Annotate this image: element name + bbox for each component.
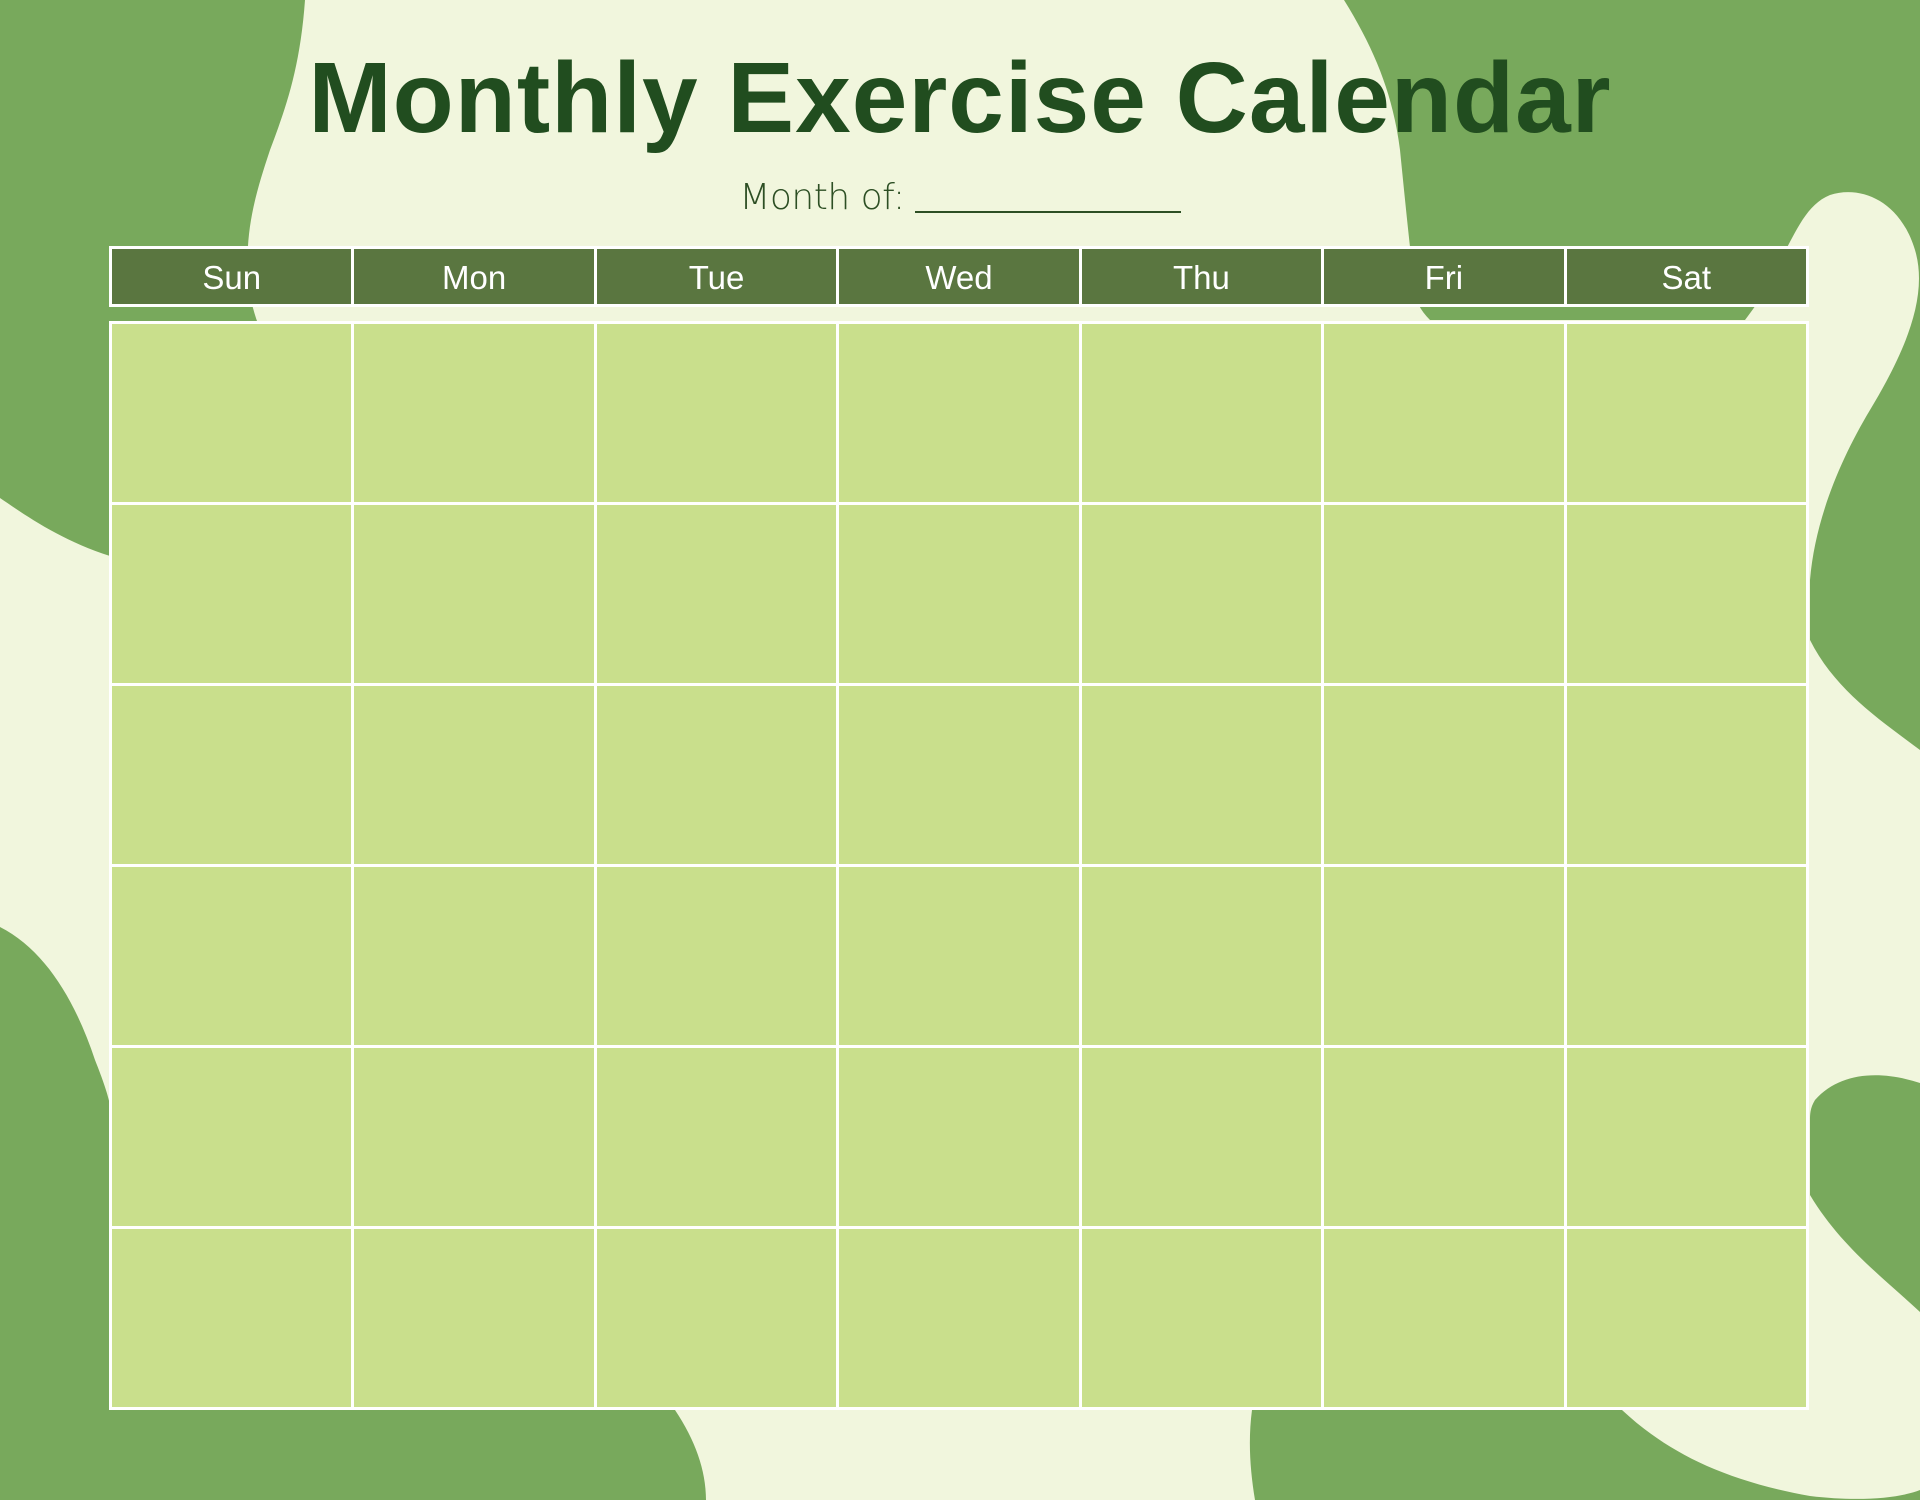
month-blank-line[interactable] [914, 211, 1181, 213]
day-cell-week4-sat[interactable] [1566, 867, 1806, 1045]
weekday-header-tue: Tue [596, 249, 837, 304]
day-cell-week6-tue[interactable] [596, 1229, 837, 1407]
day-cell-week1-mon[interactable] [354, 324, 594, 502]
day-cell-week3-tue[interactable] [596, 686, 837, 864]
day-cell-week6-fri[interactable] [1324, 1229, 1564, 1407]
weekday-header-fri: Fri [1324, 249, 1564, 304]
day-cell-week4-tue[interactable] [596, 867, 837, 1045]
day-cell-week4-sun[interactable] [112, 867, 352, 1045]
day-cell-week5-mon[interactable] [354, 1048, 594, 1226]
day-cell-week5-wed[interactable] [839, 1048, 1079, 1226]
day-cell-week1-sun[interactable] [112, 324, 352, 502]
page-title: Monthly Exercise Calendar [308, 42, 1612, 154]
day-cell-week4-wed[interactable] [839, 867, 1079, 1045]
day-cell-week3-mon[interactable] [354, 686, 594, 864]
day-cell-week3-wed[interactable] [839, 686, 1079, 864]
day-cell-week2-wed[interactable] [839, 505, 1079, 683]
day-cell-week6-sat[interactable] [1566, 1229, 1806, 1407]
day-cell-week6-thu[interactable] [1081, 1229, 1322, 1407]
day-cell-week4-mon[interactable] [354, 867, 594, 1045]
day-cell-week1-wed[interactable] [839, 324, 1079, 502]
day-cell-week1-fri[interactable] [1324, 324, 1564, 502]
day-cell-week6-wed[interactable] [839, 1229, 1079, 1407]
day-cell-week5-fri[interactable] [1324, 1048, 1564, 1226]
day-cell-week5-sat[interactable] [1566, 1048, 1806, 1226]
blob-right-middle [1810, 1075, 1920, 1312]
weekday-header-wed: Wed [839, 249, 1079, 304]
day-cell-week1-sat[interactable] [1566, 324, 1806, 502]
month-of-field: Month of: [0, 174, 1920, 222]
day-cell-week2-tue[interactable] [596, 505, 837, 683]
day-cell-week2-fri[interactable] [1324, 505, 1564, 683]
weekday-header-sun: Sun [112, 249, 352, 304]
blob-bottom-right [1249, 1410, 1920, 1500]
weekday-header-sat: Sat [1566, 249, 1806, 304]
day-cell-week3-fri[interactable] [1324, 686, 1564, 864]
day-cell-week2-thu[interactable] [1081, 505, 1322, 683]
weekday-header-thu: Thu [1081, 249, 1322, 304]
day-cell-week2-mon[interactable] [354, 505, 594, 683]
day-cell-week2-sun[interactable] [112, 505, 352, 683]
day-cell-week3-sat[interactable] [1566, 686, 1806, 864]
weekday-header-row: Sun Mon Tue Wed Thu Fri Sat [109, 246, 1809, 307]
day-cell-week3-thu[interactable] [1081, 686, 1322, 864]
day-cell-week1-thu[interactable] [1081, 324, 1322, 502]
month-of-label: Month of: [739, 177, 905, 218]
day-cell-week4-fri[interactable] [1324, 867, 1564, 1045]
day-cell-week2-sat[interactable] [1566, 505, 1806, 683]
day-cell-week5-thu[interactable] [1081, 1048, 1322, 1226]
day-cell-week6-sun[interactable] [112, 1229, 352, 1407]
day-cell-week3-sun[interactable] [112, 686, 352, 864]
day-cell-week1-tue[interactable] [596, 324, 837, 502]
day-cell-week5-tue[interactable] [596, 1048, 837, 1226]
weekday-header-mon: Mon [354, 249, 594, 304]
calendar-grid [109, 321, 1809, 1410]
day-cell-week4-thu[interactable] [1081, 867, 1322, 1045]
day-cell-week6-mon[interactable] [354, 1229, 594, 1407]
day-cell-week5-sun[interactable] [112, 1048, 352, 1226]
